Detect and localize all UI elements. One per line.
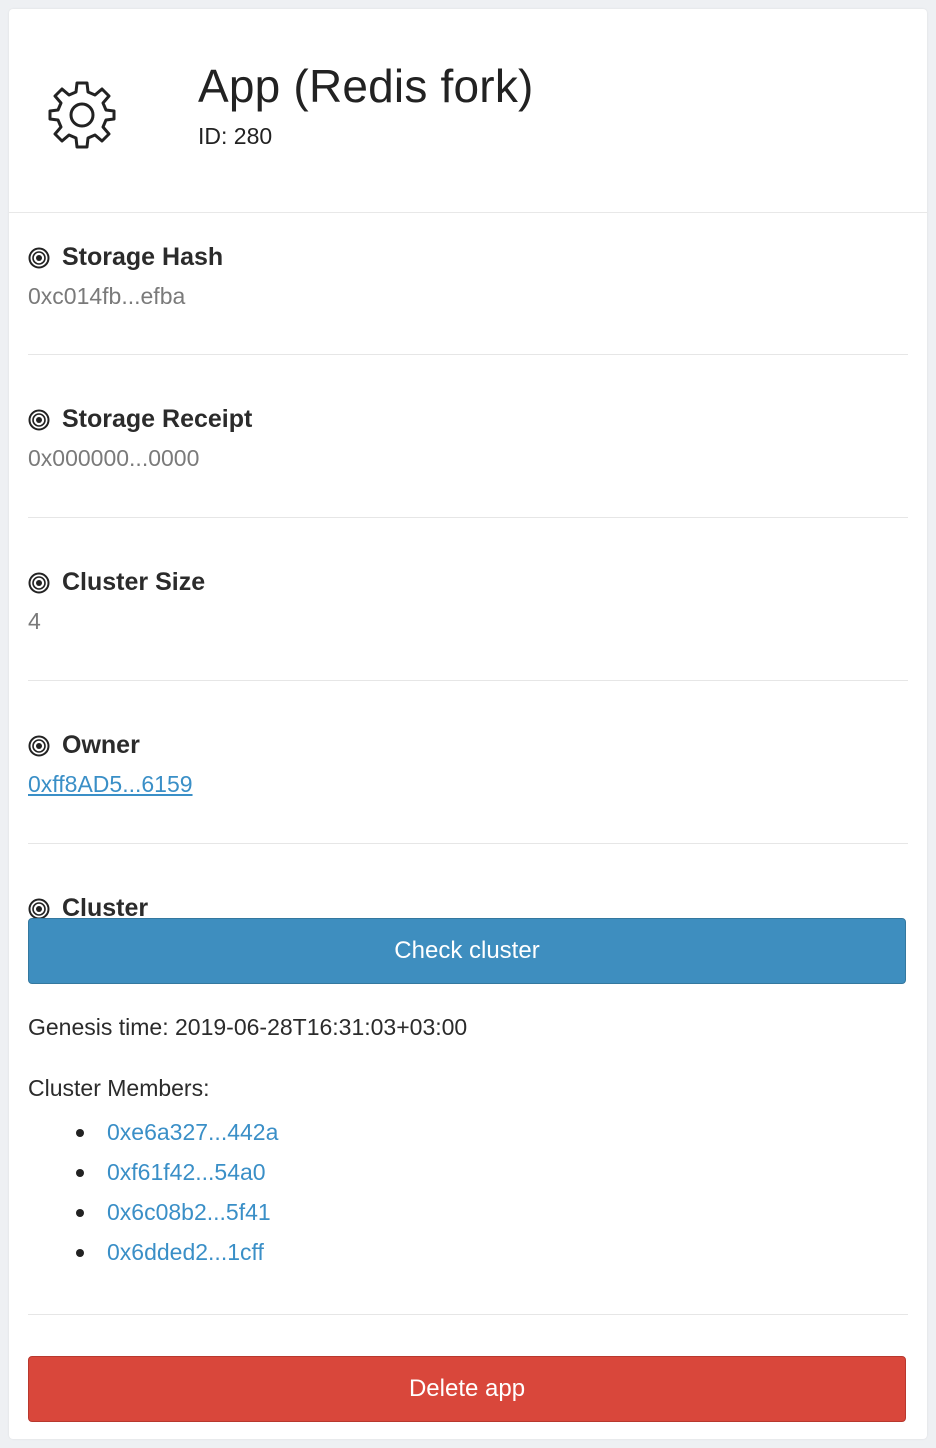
cluster-member-link[interactable]: 0xe6a327...442a xyxy=(76,1112,278,1152)
storage-receipt-value: 0x000000...0000 xyxy=(28,445,200,471)
target-icon xyxy=(28,572,50,593)
target-icon xyxy=(28,898,50,919)
app-id: ID: 280 xyxy=(198,123,273,149)
owner-link[interactable]: 0xff8AD5...6159 xyxy=(28,771,193,798)
app-header: App (Redis fork) ID: 280 xyxy=(9,9,927,213)
storage-hash-value: 0xc014fb...efba xyxy=(28,283,186,309)
cluster-member-link[interactable]: 0xf61f42...54a0 xyxy=(76,1152,278,1192)
delete-app-button[interactable]: Delete app xyxy=(28,1356,906,1422)
cluster-size-value: 4 xyxy=(28,608,41,634)
storage-receipt-label: Storage Receipt xyxy=(62,405,253,433)
storage-hash-label: Storage Hash xyxy=(62,243,224,271)
genesis-time: Genesis time: 2019-06-28T16:31:03+03:00 xyxy=(28,1014,468,1040)
page-title: App (Redis fork) xyxy=(198,60,534,112)
owner-label: Owner xyxy=(62,731,140,759)
gear-icon xyxy=(48,81,116,149)
storage-receipt-field: Storage Receipt 0x000000...0000 xyxy=(28,355,908,518)
check-cluster-button[interactable]: Check cluster xyxy=(28,918,906,984)
app-card: App (Redis fork) ID: 280 Storage Hash 0x… xyxy=(9,9,927,1439)
cluster-size-label: Cluster Size xyxy=(62,568,206,596)
target-icon xyxy=(28,735,50,756)
cluster-members-label: Cluster Members: xyxy=(28,1075,210,1101)
cluster-section: Cluster Check cluster Genesis time: 2019… xyxy=(28,844,908,1315)
cluster-size-field: Cluster Size 4 xyxy=(28,518,908,681)
cluster-member-link[interactable]: 0x6dded2...1cff xyxy=(76,1232,278,1272)
delete-section: Delete app xyxy=(28,1315,908,1445)
target-icon xyxy=(28,409,50,430)
storage-hash-field: Storage Hash 0xc014fb...efba xyxy=(28,213,908,355)
target-icon xyxy=(28,247,50,268)
cluster-members-list: 0xe6a327...442a 0xf61f42...54a0 0x6c08b2… xyxy=(76,1112,278,1272)
cluster-member-link[interactable]: 0x6c08b2...5f41 xyxy=(76,1192,278,1232)
owner-field: Owner 0xff8AD5...6159 xyxy=(28,681,908,844)
